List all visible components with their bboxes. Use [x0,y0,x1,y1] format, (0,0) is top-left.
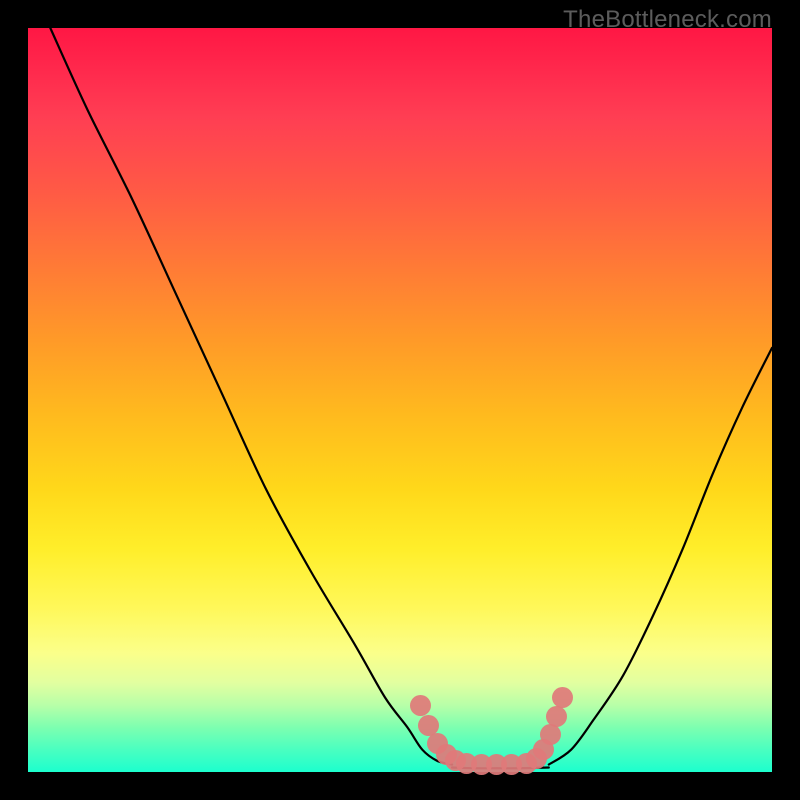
chart-frame: TheBottleneck.com [0,0,800,800]
floor-dot [546,706,567,727]
left-curve-path [50,28,452,765]
floor-dot [540,724,561,745]
floor-dot [410,695,431,716]
bottleneck-curve [28,28,772,772]
attribution-text: TheBottleneck.com [563,6,772,34]
floor-dot [552,687,573,708]
right-curve-path [549,348,772,765]
